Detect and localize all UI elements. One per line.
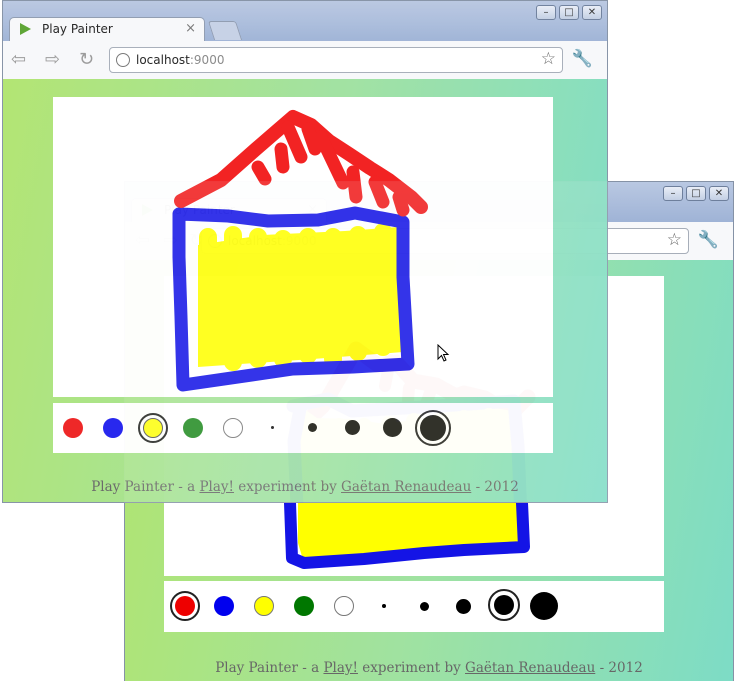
back-arrow-icon[interactable]: ⇦ xyxy=(11,49,26,70)
address-bar[interactable]: localhost:9000 ☆ xyxy=(109,47,563,73)
brush-size-3[interactable] xyxy=(456,599,471,614)
color-green-swatch[interactable] xyxy=(294,596,314,616)
tab-close-button[interactable]: × xyxy=(185,21,196,36)
play-favicon-icon xyxy=(20,23,31,35)
wrench-icon[interactable]: 🔧 xyxy=(572,49,593,69)
page-body: Play Painter - a Play! experiment by Gaë… xyxy=(3,79,607,502)
bookmark-star-icon[interactable]: ☆ xyxy=(541,49,556,69)
footer-text: experiment by xyxy=(233,479,342,495)
color-white-swatch[interactable] xyxy=(334,596,354,616)
footer-text: - 2012 xyxy=(471,479,519,495)
footer-text: - 2012 xyxy=(595,660,643,676)
footer-text: Play Painter - a xyxy=(91,479,200,495)
footer: Play Painter - a Play! experiment by Gaë… xyxy=(125,660,733,676)
new-tab-button[interactable] xyxy=(207,21,243,40)
brush-size-5[interactable] xyxy=(420,415,446,441)
author-link[interactable]: Gaëtan Renaudeau xyxy=(465,660,595,676)
brush-size-2[interactable] xyxy=(308,423,317,432)
front-drawing xyxy=(172,110,428,392)
play-link[interactable]: Play! xyxy=(323,660,358,676)
globe-icon xyxy=(116,53,130,67)
color-white-swatch[interactable] xyxy=(223,418,243,438)
color-red-swatch[interactable] xyxy=(175,596,195,616)
play-link[interactable]: Play! xyxy=(199,479,234,495)
browser-window-front: Play Painter × – □ ✕ ⇦ ⇨ ↻ localhost:900… xyxy=(2,0,608,503)
brush-size-4[interactable] xyxy=(494,595,514,615)
color-yellow-swatch[interactable] xyxy=(254,596,274,616)
front-palette xyxy=(53,403,553,453)
maximize-button[interactable]: □ xyxy=(686,186,706,201)
url-text: localhost:9000 xyxy=(136,53,225,67)
wrench-icon[interactable]: 🔧 xyxy=(698,230,719,250)
color-blue-swatch[interactable] xyxy=(214,596,234,616)
footer-text: Play Painter - a xyxy=(215,660,324,676)
tab-play-painter[interactable]: Play Painter × xyxy=(9,17,205,41)
footer: Play Painter - a Play! experiment by Gaë… xyxy=(3,479,607,495)
footer-text: experiment by xyxy=(357,660,466,676)
brush-size-5[interactable] xyxy=(530,592,558,620)
brush-size-4[interactable] xyxy=(383,418,402,437)
color-yellow-swatch[interactable] xyxy=(143,418,163,438)
tab-title: Play Painter xyxy=(42,22,113,36)
title-bar: Play Painter × – □ ✕ xyxy=(3,1,607,41)
color-red-swatch[interactable] xyxy=(63,418,83,438)
minimize-button[interactable]: – xyxy=(663,186,683,201)
browser-toolbar: ⇦ ⇨ ↻ localhost:9000 ☆ 🔧 xyxy=(3,41,607,80)
brush-size-1[interactable] xyxy=(271,426,274,429)
back-palette-visible xyxy=(164,581,664,631)
forward-arrow-icon[interactable]: ⇨ xyxy=(45,49,60,70)
drawing-canvas[interactable] xyxy=(53,97,553,397)
close-window-button[interactable]: ✕ xyxy=(709,186,729,201)
color-green-swatch[interactable] xyxy=(183,418,203,438)
maximize-button[interactable]: □ xyxy=(559,5,579,20)
brush-size-2[interactable] xyxy=(420,602,429,611)
brush-size-1[interactable] xyxy=(382,604,386,608)
reload-icon[interactable]: ↻ xyxy=(79,49,94,70)
brush-size-3[interactable] xyxy=(345,420,360,435)
author-link[interactable]: Gaëtan Renaudeau xyxy=(341,479,471,495)
close-window-button[interactable]: ✕ xyxy=(582,5,602,20)
minimize-button[interactable]: – xyxy=(536,5,556,20)
bookmark-star-icon[interactable]: ☆ xyxy=(667,230,682,250)
color-blue-swatch[interactable] xyxy=(103,418,123,438)
